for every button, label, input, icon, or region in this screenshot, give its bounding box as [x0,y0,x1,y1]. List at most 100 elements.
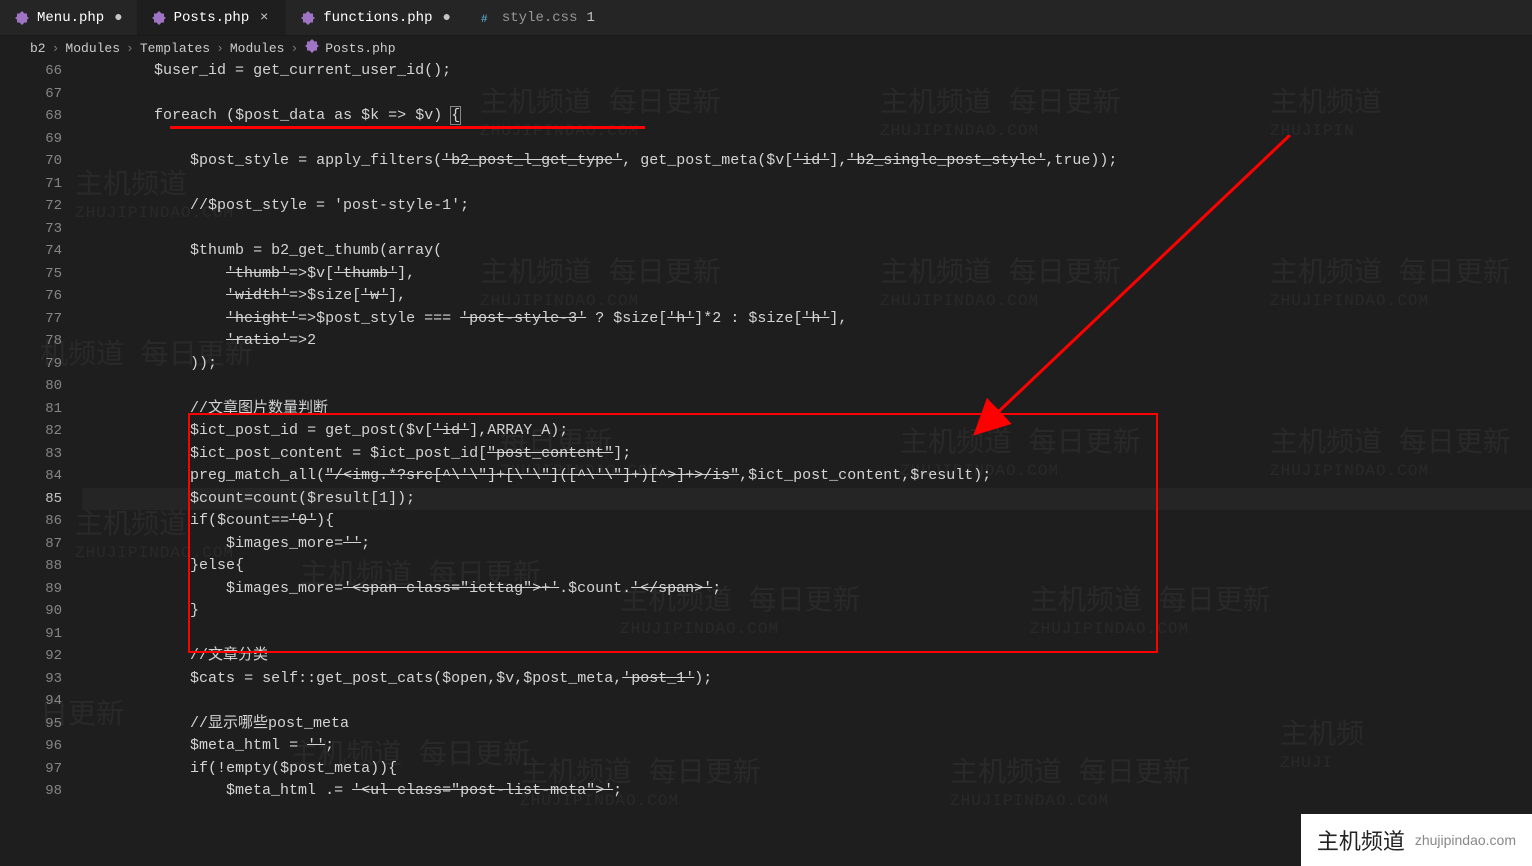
tab-label: style.css [502,10,578,26]
line-number: 89 [0,578,62,601]
code-line[interactable]: //文章图片数量判断 [82,398,1532,421]
code-line[interactable]: )); [82,353,1532,376]
breadcrumb-item[interactable]: Modules [65,41,120,56]
code-line[interactable]: //显示哪些post_meta [82,713,1532,736]
breadcrumb-item[interactable]: Templates [140,41,210,56]
code-line[interactable]: //文章分类 [82,645,1532,668]
code-line[interactable]: }else{ [82,555,1532,578]
line-number: 85 [0,488,62,511]
tab-style-css[interactable]: # style.css 1 [465,0,609,35]
breadcrumb-separator: › [290,41,298,56]
breadcrumb-separator: › [216,41,224,56]
line-number: 70 [0,150,62,173]
php-icon [151,10,167,26]
code-line[interactable]: $meta_html .= '<ul class="post-list-meta… [82,780,1532,803]
tab-modified-count: 1 [587,10,595,26]
badge-sub: zhujipindao.com [1415,832,1516,848]
line-number: 80 [0,375,62,398]
breadcrumb-item[interactable]: Posts.php [304,38,395,58]
line-number: 77 [0,308,62,331]
code-line[interactable]: preg_match_all("/<img.*?src[^\'\"]+[\'\"… [82,465,1532,488]
line-number: 92 [0,645,62,668]
tab-label: Posts.php [174,10,250,26]
line-number: 98 [0,780,62,803]
dirty-icon: ● [442,10,450,26]
line-number: 94 [0,690,62,713]
svg-text:#: # [481,14,488,26]
line-number: 67 [0,83,62,106]
line-number: 69 [0,128,62,151]
site-badge: 主机频道 zhujipindao.com [1301,814,1532,866]
code-line[interactable]: 'ratio'=>2 [82,330,1532,353]
code-line[interactable]: 'width'=>$size['w'], [82,285,1532,308]
line-number: 83 [0,443,62,466]
code-line[interactable]: } [82,600,1532,623]
code-area[interactable]: $user_id = get_current_user_id(); foreac… [82,60,1532,866]
code-line[interactable] [82,128,1532,151]
code-line[interactable]: $images_more='<span class="icttag">+'.$c… [82,578,1532,601]
breadcrumb-item[interactable]: b2 [30,41,46,56]
php-icon [300,10,316,26]
line-number: 93 [0,668,62,691]
tab-functions-php[interactable]: functions.php ● [286,0,465,35]
line-number: 74 [0,240,62,263]
code-line[interactable] [82,690,1532,713]
line-number: 75 [0,263,62,286]
php-icon [304,38,320,58]
line-number: 96 [0,735,62,758]
editor: 6667686970717273747576777879808182838485… [0,60,1532,866]
breadcrumb-item[interactable]: Modules [230,41,285,56]
line-number: 73 [0,218,62,241]
editor-tabs: Menu.php ● Posts.php × functions.php ● # style.… [0,0,1532,36]
line-number: 81 [0,398,62,421]
line-number: 95 [0,713,62,736]
code-line[interactable]: foreach ($post_data as $k => $v) { [82,105,1532,128]
line-gutter: 6667686970717273747576777879808182838485… [0,60,82,866]
line-number: 76 [0,285,62,308]
line-number: 82 [0,420,62,443]
php-icon [14,10,30,26]
code-line[interactable]: $user_id = get_current_user_id(); [82,60,1532,83]
line-number: 68 [0,105,62,128]
badge-main: 主机频道 [1317,824,1405,856]
code-line[interactable]: 'height'=>$post_style === 'post-style-3'… [82,308,1532,331]
code-line[interactable] [82,218,1532,241]
code-line[interactable]: $ict_post_content = $ict_post_id["post_c… [82,443,1532,466]
code-line[interactable]: $cats = self::get_post_cats($open,$v,$po… [82,668,1532,691]
line-number: 66 [0,60,62,83]
line-number: 78 [0,330,62,353]
line-number: 84 [0,465,62,488]
line-number: 87 [0,533,62,556]
line-number: 71 [0,173,62,196]
line-number: 79 [0,353,62,376]
code-line[interactable] [82,83,1532,106]
breadcrumbs: b2 › Modules › Templates › Modules › Posts.php [0,36,1532,60]
code-line[interactable]: $post_style = apply_filters('b2_post_l_g… [82,150,1532,173]
line-number: 91 [0,623,62,646]
tab-label: Menu.php [37,10,104,26]
tab-menu-php[interactable]: Menu.php ● [0,0,137,35]
code-line[interactable]: if(!empty($post_meta)){ [82,758,1532,781]
code-line[interactable] [82,173,1532,196]
close-icon[interactable]: × [256,10,272,26]
line-number: 72 [0,195,62,218]
css-icon: # [479,10,495,26]
dirty-icon: ● [114,10,122,26]
code-line[interactable]: $ict_post_id = get_post($v['id'],ARRAY_A… [82,420,1532,443]
line-number: 97 [0,758,62,781]
code-line[interactable]: //$post_style = 'post-style-1'; [82,195,1532,218]
code-line[interactable]: $count=count($result[1]); [82,488,1532,511]
code-line[interactable] [82,375,1532,398]
code-line[interactable]: $thumb = b2_get_thumb(array( [82,240,1532,263]
tab-posts-php[interactable]: Posts.php × [137,0,287,35]
line-number: 86 [0,510,62,533]
line-number: 90 [0,600,62,623]
code-line[interactable]: if($count=='0'){ [82,510,1532,533]
breadcrumb-separator: › [126,41,134,56]
code-line[interactable] [82,623,1532,646]
code-line[interactable]: $images_more=''; [82,533,1532,556]
breadcrumb-separator: › [52,41,60,56]
code-line[interactable]: 'thumb'=>$v['thumb'], [82,263,1532,286]
tab-label: functions.php [323,10,432,26]
code-line[interactable]: $meta_html = ''; [82,735,1532,758]
